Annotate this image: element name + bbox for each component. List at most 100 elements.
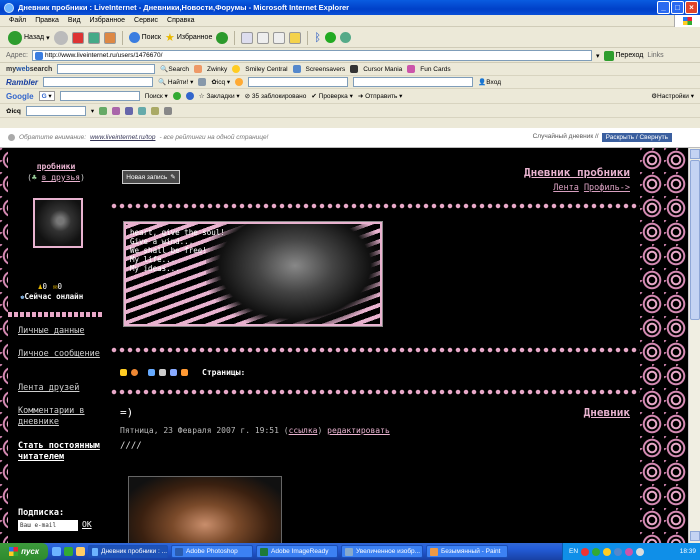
task-ie[interactable]: Дневник пробники : ...: [88, 545, 168, 558]
icq-tool-icon-5[interactable]: [151, 107, 160, 115]
icq-tool-icon-2[interactable]: [112, 107, 121, 115]
scroll-thumb[interactable]: [690, 160, 700, 320]
rambler-extra-input-2[interactable]: [353, 77, 474, 87]
go-button[interactable]: Переход: [603, 50, 643, 61]
friends-feed-link[interactable]: Лента друзей: [18, 383, 102, 394]
avatar[interactable]: [33, 198, 83, 248]
rambler-search-input[interactable]: [43, 77, 154, 87]
edit-button[interactable]: [273, 31, 286, 44]
forward-button[interactable]: [53, 30, 68, 45]
icq-tool-icon-3[interactable]: [125, 107, 134, 115]
menu-favorites[interactable]: Избранное: [90, 17, 125, 24]
rambler-tool-icon[interactable]: [198, 78, 207, 86]
search-button[interactable]: Поиск: [128, 32, 161, 43]
menu-file[interactable]: Файл: [9, 17, 26, 24]
smiley-central-link[interactable]: Smiley Central: [245, 66, 287, 73]
profile-link[interactable]: Профиль->: [584, 183, 630, 193]
fun-cards-link[interactable]: Fun Cards: [420, 66, 450, 73]
profile-username[interactable]: пробники: [8, 162, 104, 171]
rambler-extra-input[interactable]: [248, 77, 349, 87]
tray-icon-6[interactable]: [636, 547, 645, 556]
zwinky-link[interactable]: Zwinky: [207, 66, 227, 73]
tray-icon-3[interactable]: [603, 547, 612, 556]
minimize-button[interactable]: _: [657, 1, 670, 14]
google-send-button[interactable]: ➜ Отправить ▾: [358, 92, 403, 100]
stop-button[interactable]: [71, 31, 84, 44]
screensavers-link[interactable]: Screensavers: [306, 66, 346, 73]
google-settings-button[interactable]: ⚙Настройки ▾: [651, 92, 700, 100]
google-search-button[interactable]: Поиск ▾: [145, 92, 168, 100]
close-button[interactable]: ×: [685, 1, 698, 14]
address-dropdown-icon[interactable]: ▾: [596, 52, 600, 60]
ie-quicklaunch-icon[interactable]: [52, 547, 61, 556]
private-message-link[interactable]: Личное сообщение: [18, 349, 102, 360]
rambler-icq-button[interactable]: ✿icq ▾: [211, 78, 230, 86]
msn-icon[interactable]: [339, 32, 351, 43]
history-button[interactable]: [216, 31, 229, 44]
icq-dropdown-icon[interactable]: ▾: [91, 107, 94, 115]
google-news-icon[interactable]: [185, 92, 194, 100]
desktop-quicklaunch-icon[interactable]: [76, 547, 85, 556]
add-to-friends-link[interactable]: в друзья: [42, 173, 81, 182]
icq-tool-icon-1[interactable]: [99, 107, 108, 115]
task-imageready[interactable]: Adobe ImageReady: [256, 545, 338, 558]
print-button[interactable]: [257, 31, 270, 44]
subscribe-email-input[interactable]: Ваш e-mail: [18, 520, 78, 531]
media-quicklaunch-icon[interactable]: [64, 547, 73, 556]
personal-data-link[interactable]: Личные данные: [18, 326, 102, 337]
links-button[interactable]: Links: [647, 52, 663, 59]
tray-icon-4[interactable]: [614, 547, 623, 556]
folder-button[interactable]: [289, 31, 302, 44]
subscribe-ok-button[interactable]: OK: [82, 520, 92, 529]
messenger-icon[interactable]: [324, 32, 336, 43]
mywebsearch-input[interactable]: [57, 64, 156, 74]
address-input[interactable]: http://www.liveinternet.ru/users/1476670…: [31, 50, 592, 61]
favorites-button[interactable]: ★ Избранное: [165, 31, 212, 44]
rambler-weather-icon[interactable]: [235, 78, 244, 86]
icq-tool-icon-6[interactable]: [164, 107, 173, 115]
google-bookmarks-button[interactable]: ☆ Закладки ▾: [199, 92, 240, 100]
rambler-login-button[interactable]: 👤Вход: [478, 78, 501, 86]
vertical-scrollbar[interactable]: [688, 148, 700, 543]
feed-icon[interactable]: [181, 369, 188, 376]
menu-help[interactable]: Справка: [167, 17, 194, 24]
feed-link[interactable]: Лента: [553, 183, 579, 193]
language-indicator[interactable]: EN: [569, 548, 578, 555]
scroll-up-arrow[interactable]: [690, 149, 700, 159]
post-category-link[interactable]: Дневник: [584, 406, 630, 419]
menu-tools[interactable]: Сервис: [134, 17, 158, 24]
start-button[interactable]: пуск: [0, 543, 48, 560]
print-icon[interactable]: [159, 369, 166, 376]
google-g-button[interactable]: G ▾: [38, 91, 55, 101]
random-diary-link[interactable]: Случайный дневник //: [533, 133, 599, 142]
menu-view[interactable]: Вид: [68, 17, 81, 24]
scroll-down-arrow[interactable]: [690, 531, 700, 541]
tray-icon-5[interactable]: [625, 547, 634, 556]
star-icon[interactable]: [120, 369, 127, 376]
clock[interactable]: 18:39: [680, 548, 700, 555]
task-image-viewer[interactable]: Увеличенное изобр...: [341, 545, 423, 558]
task-paint[interactable]: Безымянный - Paint: [426, 545, 508, 558]
expand-collapse-button[interactable]: Раскрыть / Свернуть: [601, 133, 672, 142]
new-post-button[interactable]: Новая запись ✎: [122, 170, 180, 184]
google-spellcheck-button[interactable]: ✔ Проверка ▾: [311, 92, 352, 100]
maximize-button[interactable]: □: [671, 1, 684, 14]
mail-button[interactable]: [241, 31, 254, 44]
cursor-mania-link[interactable]: Cursor Mania: [363, 66, 402, 73]
tray-icon-1[interactable]: [581, 547, 590, 556]
post-edit-link[interactable]: редактировать: [327, 426, 390, 435]
task-photoshop[interactable]: Adobe Photoshop: [171, 545, 253, 558]
notice-link[interactable]: www.liveinternet.ru/top: [90, 134, 155, 141]
mail-icon[interactable]: [170, 369, 177, 376]
refresh-button[interactable]: [87, 31, 100, 44]
post-permalink[interactable]: ссылка: [289, 426, 318, 435]
rambler-find-button[interactable]: 🔍 Найти! ▾: [158, 78, 193, 86]
google-popup-blocker[interactable]: ⊘ 35 заблокировано: [245, 92, 307, 100]
subscribe-link[interactable]: Стать постоянным читателем: [18, 441, 102, 463]
menu-edit[interactable]: Правка: [35, 17, 59, 24]
back-button[interactable]: Назад ▾: [8, 30, 50, 45]
rss-icon[interactable]: [131, 369, 138, 376]
mywebsearch-search-button[interactable]: 🔍Search: [160, 65, 189, 73]
google-search-input[interactable]: [59, 91, 140, 101]
home-button[interactable]: [103, 31, 116, 44]
